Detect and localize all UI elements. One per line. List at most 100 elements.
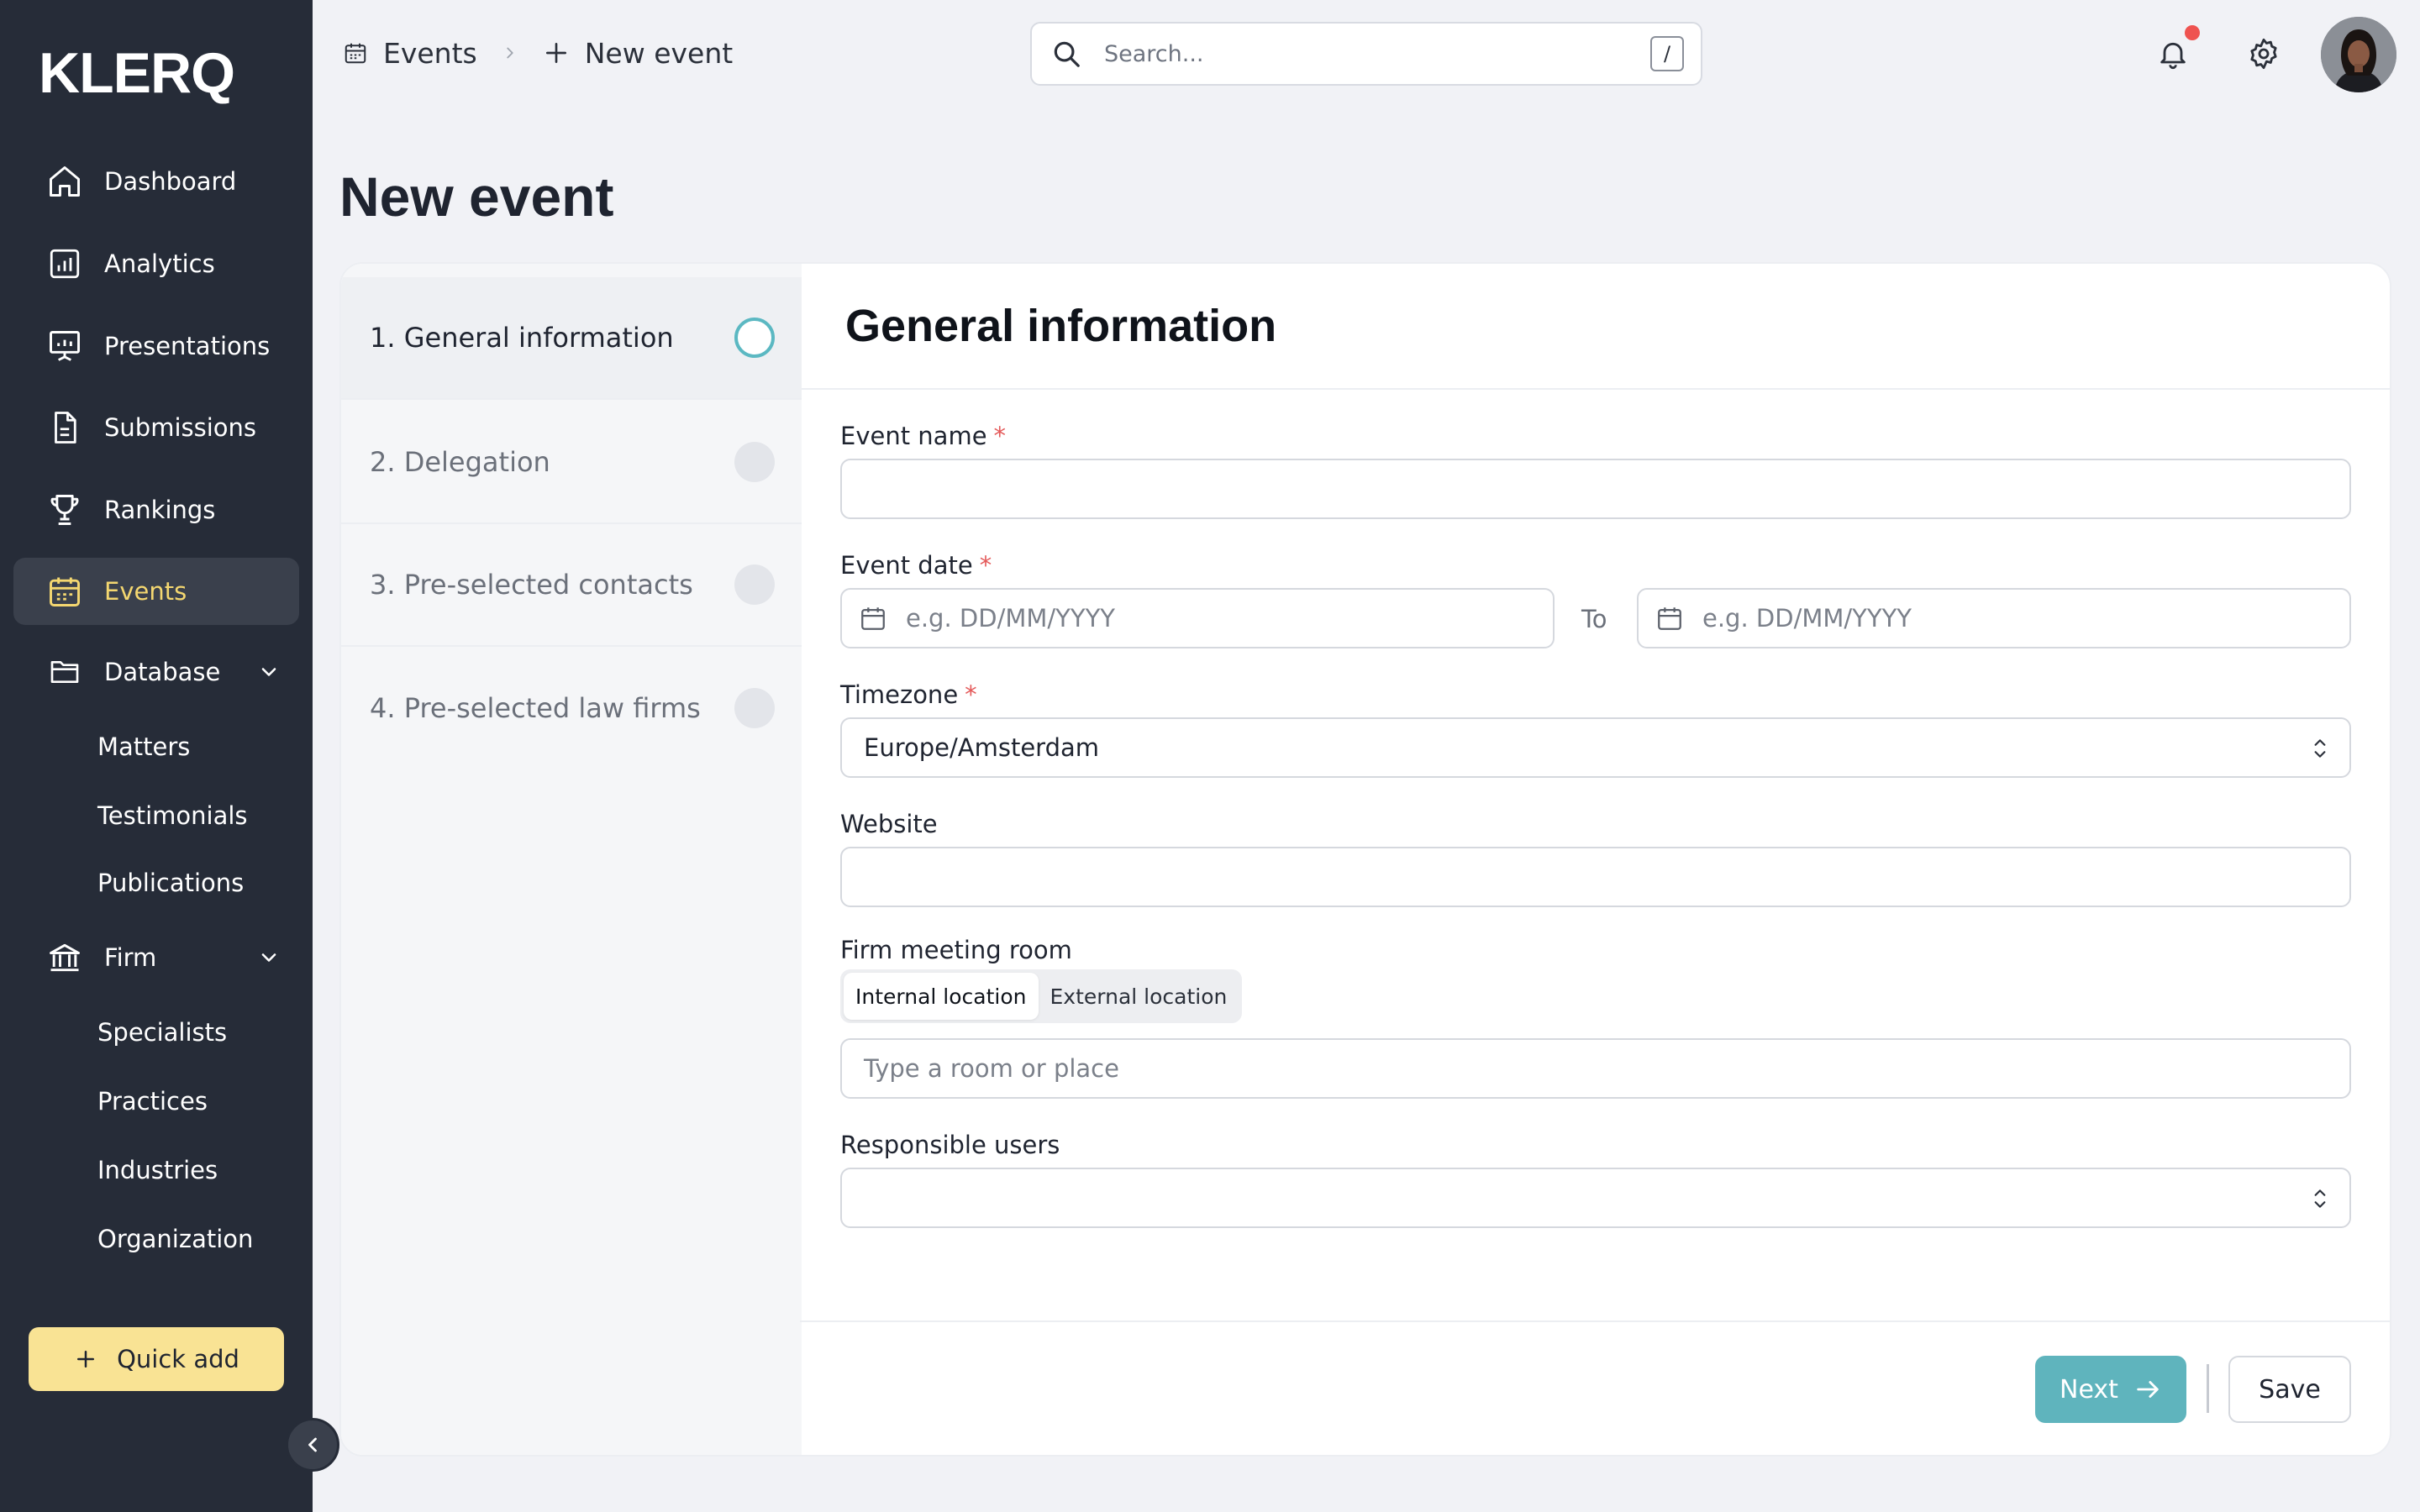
date-range-to-label: To	[1581, 605, 1607, 633]
analytics-icon	[45, 244, 84, 283]
responsible-users-select[interactable]	[840, 1168, 2351, 1228]
step-pre-selected-contacts[interactable]: 3. Pre-selected contacts	[341, 524, 802, 647]
website-field[interactable]	[840, 847, 2351, 907]
bank-icon	[45, 938, 84, 977]
meeting-room-field[interactable]: Type a room or place	[840, 1038, 2351, 1099]
required-marker: *	[993, 422, 1007, 450]
step-status-indicator	[734, 318, 775, 358]
sidebar-item-submissions[interactable]: Submissions	[13, 394, 299, 461]
chevron-right-icon	[507, 47, 513, 59]
sidebar: KLERQ Dashboard Analytics Presentations …	[0, 0, 313, 1512]
breadcrumb-label: New event	[584, 36, 734, 70]
required-marker: *	[979, 551, 992, 580]
chevron-down-icon[interactable]	[257, 946, 281, 969]
sidebar-item-presentations[interactable]: Presentations	[13, 312, 299, 380]
date-to-placeholder: e.g. DD/MM/YYYY	[1702, 604, 1912, 633]
website-label: Website	[840, 810, 938, 838]
step-delegation[interactable]: 2. Delegation	[341, 402, 802, 524]
select-arrows-icon	[2314, 739, 2326, 758]
sidebar-subitem-industries[interactable]: Industries	[97, 1156, 218, 1184]
home-icon	[45, 162, 84, 201]
sidebar-subitem-publications[interactable]: Publications	[97, 869, 244, 897]
next-button[interactable]: Next	[2035, 1356, 2186, 1423]
sidebar-item-analytics[interactable]: Analytics	[13, 230, 299, 297]
sidebar-item-rankings[interactable]: Rankings	[13, 476, 299, 543]
timezone-value: Europe/Amsterdam	[864, 733, 1100, 762]
step-status-indicator	[734, 688, 775, 728]
event-date-label: Event date *	[840, 551, 992, 580]
external-location-option[interactable]: External location	[1039, 973, 1239, 1020]
search-icon	[1054, 41, 1080, 67]
settings-button[interactable]	[2242, 32, 2286, 76]
form-title: General information	[845, 301, 1277, 351]
sidebar-item-firm[interactable]: Firm	[13, 924, 299, 991]
sidebar-item-label: Firm	[104, 943, 157, 972]
save-label: Save	[2259, 1374, 2321, 1404]
search-input[interactable]	[1104, 40, 1650, 67]
sidebar-item-database[interactable]: Database	[13, 638, 299, 706]
quick-add-button[interactable]: Quick add	[29, 1327, 284, 1391]
sidebar-subitem-matters[interactable]: Matters	[97, 732, 190, 761]
button-divider	[2207, 1364, 2209, 1413]
collapse-sidebar-button[interactable]	[286, 1418, 339, 1472]
breadcrumb-events[interactable]: Events	[343, 37, 477, 70]
breadcrumb-label: Events	[383, 36, 477, 70]
breadcrumb-new-event[interactable]: New event	[543, 37, 733, 70]
sidebar-item-label: Presentations	[104, 332, 271, 360]
notification-badge	[2185, 25, 2200, 40]
form-footer-divider	[800, 1320, 2391, 1322]
folder-icon	[45, 653, 84, 691]
save-button[interactable]: Save	[2228, 1356, 2351, 1423]
quick-add-label: Quick add	[117, 1345, 239, 1373]
field-label-text: Event date	[840, 551, 973, 580]
app-logo[interactable]: KLERQ	[39, 40, 235, 106]
sidebar-item-label: Database	[104, 658, 221, 686]
calendar-icon	[45, 572, 84, 611]
sidebar-subitem-practices[interactable]: Practices	[97, 1087, 208, 1116]
sidebar-item-dashboard[interactable]: Dashboard	[13, 148, 299, 215]
sidebar-subitem-testimonials[interactable]: Testimonials	[97, 801, 248, 830]
event-date-to-input[interactable]: e.g. DD/MM/YYYY	[1637, 588, 2351, 648]
document-icon	[45, 408, 84, 447]
required-marker: *	[965, 680, 977, 709]
event-date-from-input[interactable]: e.g. DD/MM/YYYY	[840, 588, 1555, 648]
date-from-placeholder: e.g. DD/MM/YYYY	[906, 604, 1116, 633]
step-pre-selected-law-firms[interactable]: 4. Pre-selected law firms	[341, 647, 802, 769]
chevron-down-icon[interactable]	[257, 660, 281, 684]
calendar-icon	[345, 43, 366, 64]
event-name-label: Event name *	[840, 422, 1006, 450]
search-shortcut-key: /	[1650, 36, 1684, 71]
sidebar-item-label: Analytics	[104, 249, 215, 278]
meeting-room-placeholder: Type a room or place	[864, 1054, 1119, 1083]
search-box[interactable]: /	[1030, 22, 1702, 86]
sidebar-subitem-specialists[interactable]: Specialists	[97, 1018, 227, 1047]
step-general-information[interactable]: 1. General information	[341, 277, 802, 400]
timezone-select[interactable]: Europe/Amsterdam	[840, 717, 2351, 778]
event-name-field[interactable]	[840, 459, 2351, 519]
calendar-icon	[1658, 607, 1681, 630]
field-label-text: Event name	[840, 422, 987, 450]
meeting-room-label: Firm meeting room	[840, 936, 1072, 964]
presentation-icon	[45, 327, 84, 365]
step-status-indicator	[734, 564, 775, 605]
select-arrows-icon	[2314, 1189, 2326, 1208]
calendar-icon	[861, 607, 885, 630]
field-label-text: Timezone	[840, 680, 959, 709]
sidebar-item-label: Submissions	[104, 413, 257, 442]
trophy-icon	[45, 491, 84, 529]
sidebar-subitem-organization[interactable]: Organization	[97, 1225, 253, 1253]
next-label: Next	[2060, 1374, 2118, 1404]
form-header: General information	[802, 264, 2390, 390]
sidebar-item-label: Rankings	[104, 496, 216, 524]
internal-location-option[interactable]: Internal location	[844, 973, 1039, 1020]
step-label: 1. General information	[370, 322, 674, 354]
plus-icon	[77, 1351, 95, 1368]
avatar-image	[2321, 17, 2396, 92]
gear-icon	[2250, 38, 2277, 70]
sidebar-item-label: Events	[104, 577, 187, 606]
location-type-toggle: Internal location External location	[840, 969, 1243, 1023]
breadcrumb: Events New event	[343, 32, 733, 74]
sidebar-item-events[interactable]: Events	[13, 558, 299, 625]
bell-icon	[2160, 42, 2186, 69]
user-avatar[interactable]	[2321, 17, 2396, 92]
